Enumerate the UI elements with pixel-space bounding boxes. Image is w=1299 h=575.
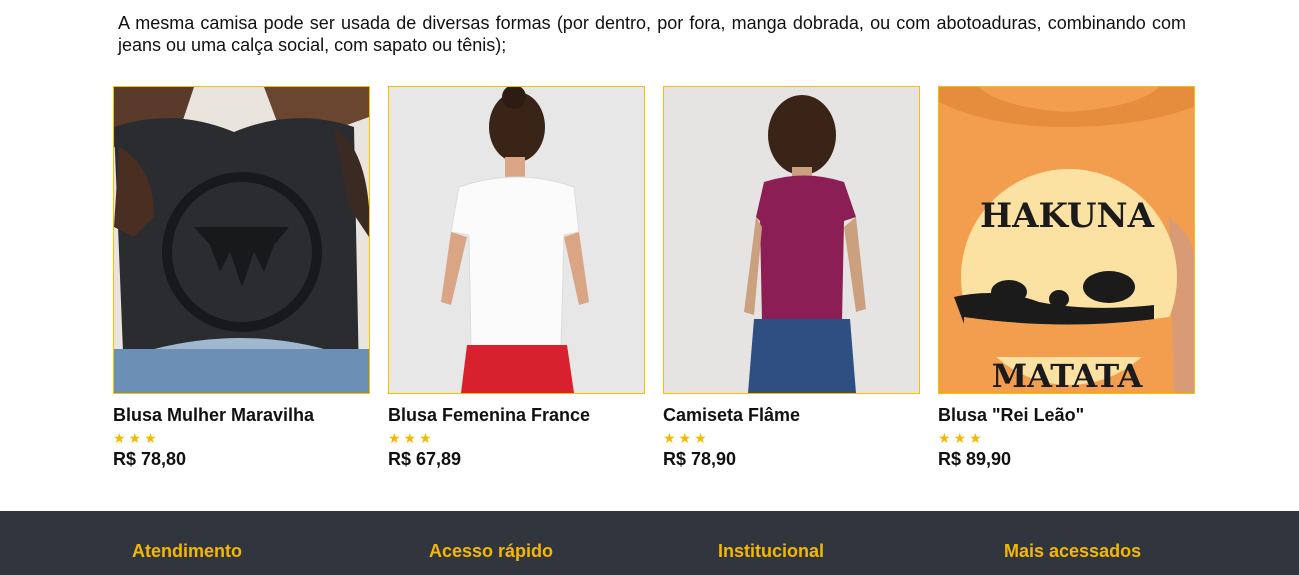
rating-stars: ★★★ [113,430,160,446]
product-card[interactable]: Blusa Mulher Maravilha ★★★ R$ 78,80 [113,86,370,469]
footer-title-atendimento[interactable]: Atendimento [132,541,242,561]
woman-purple-tshirt-image [664,87,919,393]
product-price: R$ 78,80 [113,449,187,469]
product-name[interactable]: Camiseta Flâme [663,405,920,425]
footer-title-mais-acessados[interactable]: Mais acessados [1004,541,1141,561]
product-name[interactable]: Blusa "Rei Leão" [938,405,1195,425]
rating-stars: ★★★ [663,430,710,446]
footer-title-acesso-rapido[interactable]: Acesso rápido [429,541,553,561]
product-card[interactable]: Blusa Femenina France ★★★ R$ 67,89 [388,86,645,469]
product-image[interactable] [663,86,920,394]
product-card[interactable]: Camiseta Flâme ★★★ R$ 78,90 [663,86,920,469]
product-image[interactable] [388,86,645,394]
orange-tshirt-image: HAKUNA MATATA [939,87,1194,393]
woman-white-tshirt-image [389,87,644,393]
product-price: R$ 67,89 [388,449,462,469]
product-name[interactable]: Blusa Femenina France [388,405,645,425]
hakuna-text: HAKUNA [980,196,1155,236]
intro-paragraph: A mesma camisa pode ser usada de diversa… [118,13,1186,55]
rating-stars: ★★★ [938,430,985,446]
matata-text: MATATA [992,357,1144,393]
product-grid: Blusa Mulher Maravilha ★★★ R$ 78,80 Blus… [113,86,1195,476]
product-card[interactable]: HAKUNA MATATA Blusa "Rei Leão" ★★★ R$ 89… [938,86,1195,469]
woman-black-tshirt-image [114,87,369,393]
rating-stars: ★★★ [388,430,435,446]
footer-title-institucional[interactable]: Institucional [718,541,824,561]
product-name[interactable]: Blusa Mulher Maravilha [113,405,370,425]
site-footer: Atendimento Acesso rápido Institucional … [0,511,1299,575]
product-image[interactable] [113,86,370,394]
product-price: R$ 89,90 [938,449,1012,469]
product-image[interactable]: HAKUNA MATATA [938,86,1195,394]
product-price: R$ 78,90 [663,449,737,469]
